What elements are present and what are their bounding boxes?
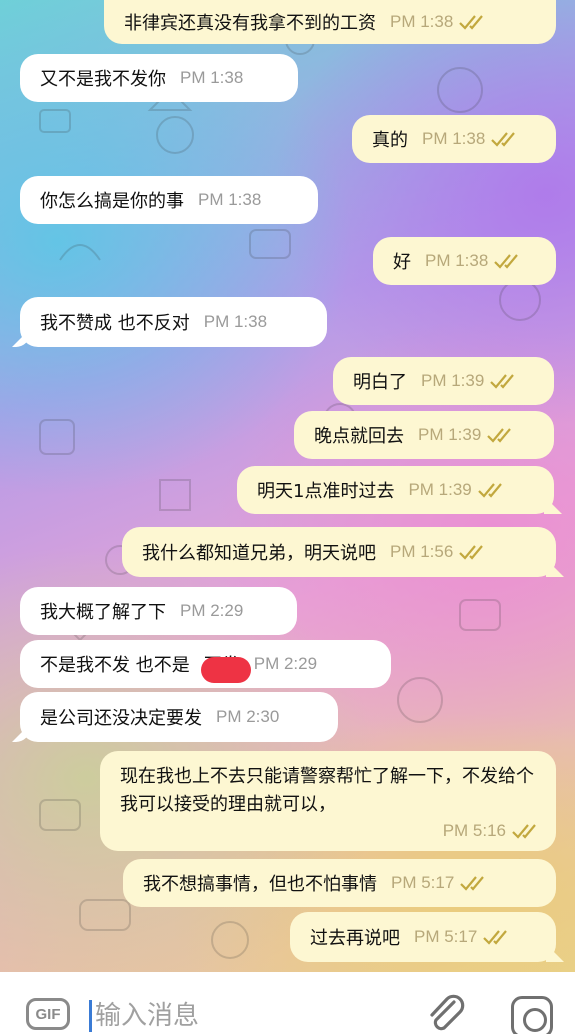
- message-text: 又不是我不发你: [40, 69, 166, 90]
- message-text: 好: [393, 252, 411, 273]
- outgoing-message-bubble[interactable]: 明白了 PM 1:39: [333, 357, 554, 405]
- message-time: PM 1:56: [390, 542, 454, 561]
- read-ticks-icon: [477, 483, 502, 498]
- read-ticks-icon: [494, 254, 519, 269]
- message-text: 过去再说吧: [310, 928, 400, 949]
- message-text: 我什么都知道兄弟，明天说吧: [142, 543, 376, 564]
- redaction-mark: [201, 657, 251, 683]
- message-text: 我不想搞事情，但也不怕事情: [143, 874, 377, 895]
- gif-icon[interactable]: GIF: [26, 998, 70, 1030]
- outgoing-message-bubble[interactable]: 晚点就回去 PM 1:39: [294, 411, 554, 459]
- read-ticks-icon: [459, 15, 484, 30]
- message-time: PM 5:16: [442, 821, 506, 840]
- text-cursor: [89, 1000, 92, 1032]
- message-text: 我大概了解了下: [40, 602, 166, 623]
- outgoing-message-bubble[interactable]: 我不想搞事情，但也不怕事情 PM 5:17: [123, 859, 556, 907]
- message-time: PM 1:38: [198, 190, 262, 209]
- message-text: 不是我不发 也不是: [40, 655, 190, 676]
- incoming-message-bubble[interactable]: 我不赞成 也不反对 PM 1:38: [20, 297, 327, 347]
- message-text: 非律宾还真没有我拿不到的工资: [124, 13, 376, 34]
- message-text: 你怎么搞是你的事: [40, 191, 184, 212]
- message-time: PM 1:38: [390, 12, 454, 31]
- message-time: PM 1:39: [421, 371, 485, 390]
- outgoing-message-bubble[interactable]: 我什么都知道兄弟，明天说吧 PM 1:56: [122, 527, 556, 577]
- message-time: PM 1:38: [425, 251, 489, 270]
- read-ticks-icon: [483, 930, 508, 945]
- message-text: 我不赞成 也不反对: [40, 313, 190, 334]
- incoming-message-bubble[interactable]: 是公司还没决定要发 PM 2:30: [20, 692, 338, 742]
- message-time: PM 5:17: [391, 873, 455, 892]
- outgoing-message-bubble[interactable]: 过去再说吧 PM 5:17: [290, 912, 556, 962]
- paperclip-icon[interactable]: [424, 994, 466, 1034]
- message-text: 现在我也上不去只能请警察帮忙了解一下，不发给个我可以接受的理由就可以，: [120, 766, 534, 815]
- message-time: PM 1:39: [418, 425, 482, 444]
- message-time: PM 2:29: [180, 601, 244, 620]
- incoming-message-bubble[interactable]: 我大概了解了下 PM 2:29: [20, 587, 297, 635]
- camera-icon[interactable]: [511, 996, 553, 1034]
- outgoing-message-bubble[interactable]: 非律宾还真没有我拿不到的工资 PM 1:38: [104, 0, 556, 44]
- read-ticks-icon: [460, 876, 485, 891]
- outgoing-message-bubble[interactable]: 真的 PM 1:38: [352, 115, 556, 163]
- read-ticks-icon: [459, 545, 484, 560]
- message-input[interactable]: [95, 998, 395, 1034]
- read-ticks-icon: [491, 132, 516, 147]
- message-time: PM 1:38: [203, 312, 268, 331]
- gif-label: GIF: [35, 1005, 61, 1023]
- read-ticks-icon: [490, 374, 515, 389]
- incoming-message-bubble[interactable]: 你怎么搞是你的事 PM 1:38: [20, 176, 318, 224]
- message-time: PM 2:29: [253, 654, 318, 673]
- message-time: PM 1:38: [180, 68, 244, 87]
- message-text: 明白了: [353, 372, 407, 393]
- message-text: 晚点就回去: [314, 426, 404, 447]
- message-text: 真的: [372, 130, 408, 151]
- read-ticks-icon: [487, 428, 512, 443]
- outgoing-message-bubble[interactable]: 现在我也上不去只能请警察帮忙了解一下，不发给个我可以接受的理由就可以， PM 5:…: [100, 751, 556, 851]
- read-ticks-icon: [512, 824, 536, 839]
- incoming-message-bubble[interactable]: 又不是我不发你 PM 1:38: [20, 54, 298, 102]
- message-text: 明天1点准时过去: [257, 481, 395, 502]
- message-text: 是公司还没决定要发: [40, 708, 202, 729]
- message-time: PM 1:39: [408, 480, 472, 499]
- outgoing-message-bubble[interactable]: 明天1点准时过去 PM 1:39: [237, 466, 554, 514]
- message-time: PM 1:38: [422, 129, 486, 148]
- outgoing-message-bubble[interactable]: 好 PM 1:38: [373, 237, 556, 285]
- message-time: PM 5:17: [414, 927, 478, 946]
- message-time: PM 2:30: [216, 707, 280, 726]
- chat-background: 非律宾还真没有我拿不到的工资 PM 1:38 又不是我不发你 PM 1:38 真的 PM …: [0, 0, 575, 972]
